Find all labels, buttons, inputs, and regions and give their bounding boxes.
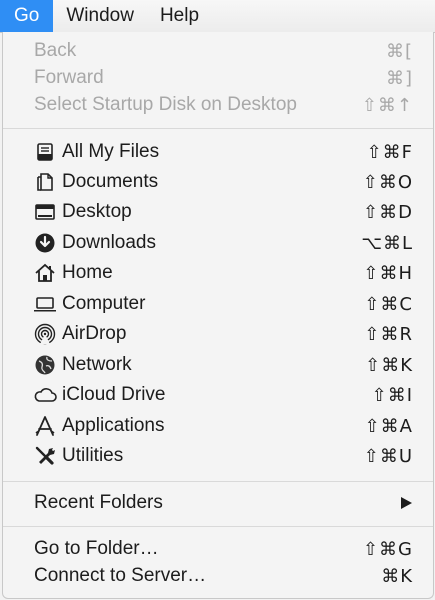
menu-separator <box>3 526 433 527</box>
menu-item-shortcut: ⇧⌘U <box>363 445 413 467</box>
all-my-files-icon <box>33 140 57 164</box>
menu-separator <box>3 128 433 129</box>
go-menu-dropdown: Back ⌘[ Forward ⌘] Select Startup Disk o… <box>2 32 434 599</box>
menu-item-label: Applications <box>62 415 165 436</box>
menu-item-network[interactable]: Network ⇧⌘K <box>3 350 433 380</box>
menu-item-shortcut: ⇧⌘O <box>362 171 413 193</box>
menu-item-back[interactable]: Back ⌘[ <box>3 36 433 66</box>
menu-item-shortcut: ⇧⌘↑ <box>361 94 413 116</box>
menu-item-label: Recent Folders <box>34 492 163 513</box>
applications-icon <box>33 414 57 438</box>
icloud-icon <box>33 383 57 407</box>
menu-item-label: Documents <box>62 171 159 192</box>
menu-item-shortcut: ⇧⌘H <box>363 262 413 284</box>
menu-item-label: iCloud Drive <box>62 384 166 405</box>
menu-item-shortcut: ⇧⌘F <box>366 141 413 163</box>
downloads-icon <box>33 231 57 255</box>
menu-window[interactable]: Window <box>53 0 147 32</box>
menu-item-shortcut: ⇧⌘R <box>364 323 413 345</box>
menu-item-label: Downloads <box>62 232 156 253</box>
menu-item-shortcut: ⇧⌘G <box>362 538 413 560</box>
menu-item-airdrop[interactable]: AirDrop ⇧⌘R <box>3 319 433 349</box>
menu-item-computer[interactable]: Computer ⇧⌘C <box>3 289 433 319</box>
menu-go[interactable]: Go <box>0 0 54 32</box>
menu-item-select-startup-disk[interactable]: Select Startup Disk on Desktop ⇧⌘↑ <box>3 90 433 120</box>
menu-item-label: AirDrop <box>62 323 127 344</box>
menu-item-home[interactable]: Home ⇧⌘H <box>3 258 433 288</box>
menu-item-label: Forward <box>34 67 104 88</box>
menu-item-recent-folders[interactable]: Recent Folders <box>3 488 433 518</box>
menu-item-shortcut: ⌥⌘L <box>361 232 413 254</box>
menu-item-label: Go to Folder… <box>34 538 159 559</box>
airdrop-icon <box>33 322 57 346</box>
menu-item-downloads[interactable]: Downloads ⌥⌘L <box>3 228 433 258</box>
menu-item-label: All My Files <box>62 141 160 162</box>
menu-item-connect-to-server[interactable]: Connect to Server… ⌘K <box>3 561 433 591</box>
menu-separator <box>3 481 433 482</box>
menu-item-shortcut: ⇧⌘A <box>364 415 413 437</box>
menu-item-shortcut: ⌘K <box>381 565 413 587</box>
submenu-arrow-icon <box>401 497 412 509</box>
menu-item-label: Computer <box>62 293 146 314</box>
menu-item-desktop[interactable]: Desktop ⇧⌘D <box>3 197 433 227</box>
documents-icon <box>33 170 57 194</box>
menu-item-label: Desktop <box>62 201 132 222</box>
menu-item-shortcut: ⇧⌘K <box>365 354 413 376</box>
menu-item-label: Back <box>34 40 77 61</box>
menu-item-label: Utilities <box>62 445 124 466</box>
utilities-icon <box>33 444 57 468</box>
menu-item-shortcut: ⇧⌘D <box>363 201 413 223</box>
menu-item-utilities[interactable]: Utilities ⇧⌘U <box>3 441 433 471</box>
menu-item-documents[interactable]: Documents ⇧⌘O <box>3 167 433 197</box>
menu-item-go-to-folder[interactable]: Go to Folder… ⇧⌘G <box>3 534 433 564</box>
menu-item-all-my-files[interactable]: All My Files ⇧⌘F <box>3 137 433 167</box>
menu-item-shortcut: ⇧⌘C <box>364 293 413 315</box>
menu-bar: Go Window Help <box>0 0 435 33</box>
menu-item-shortcut: ⌘] <box>385 67 413 89</box>
menu-item-shortcut: ⇧⌘I <box>371 384 413 406</box>
computer-icon <box>33 292 57 316</box>
menu-item-label: Connect to Server… <box>34 565 207 586</box>
menu-item-label: Home <box>62 262 113 283</box>
menu-help[interactable]: Help <box>147 0 212 32</box>
home-icon <box>33 261 57 285</box>
menu-item-shortcut: ⌘[ <box>385 40 413 62</box>
menu-item-label: Select Startup Disk on Desktop <box>34 94 297 115</box>
network-icon <box>33 353 57 377</box>
desktop-icon <box>33 200 57 224</box>
menu-item-forward[interactable]: Forward ⌘] <box>3 63 433 93</box>
menu-item-applications[interactable]: Applications ⇧⌘A <box>3 411 433 441</box>
menu-item-label: Network <box>62 354 132 375</box>
menu-item-icloud-drive[interactable]: iCloud Drive ⇧⌘I <box>3 380 433 410</box>
